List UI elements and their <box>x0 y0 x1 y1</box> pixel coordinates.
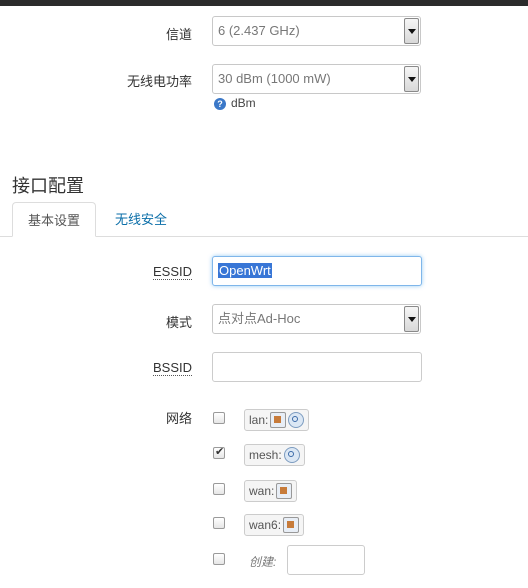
chevron-down-icon[interactable] <box>404 306 419 332</box>
essid-input[interactable]: OpenWrt <box>212 256 422 286</box>
bssid-input[interactable] <box>212 352 422 382</box>
create-label: 创建: <box>249 555 277 569</box>
wifi-icon <box>288 411 305 428</box>
bssid-label-text: BSSID <box>152 360 192 376</box>
mode-value: 点对点Ad-Hoc <box>218 311 301 326</box>
txpower-help-text: dBm <box>231 96 256 110</box>
txpower-select[interactable]: 30 dBm (1000 mW) <box>212 64 421 94</box>
tab-basic-settings[interactable]: 基本设置 <box>12 202 96 237</box>
channel-value: 6 (2.437 GHz) <box>218 23 300 38</box>
network-badge-wan6: wan6: <box>244 514 305 536</box>
network-name-lan: lan: <box>249 413 269 427</box>
network-name-wan6: wan6: <box>249 518 282 532</box>
txpower-value: 30 dBm (1000 mW) <box>218 71 331 86</box>
network-checkbox-wan[interactable] <box>213 483 225 495</box>
network-checkbox-create[interactable] <box>213 553 225 565</box>
network-checkbox-wan6[interactable] <box>213 517 225 529</box>
mode-select[interactable]: 点对点Ad-Hoc <box>212 304 421 334</box>
top-bar <box>0 0 528 6</box>
help-icon: ? <box>214 98 226 110</box>
network-checkbox-mesh[interactable]: ✔ <box>213 446 225 459</box>
network-name-mesh: mesh: <box>249 448 282 462</box>
ethernet-icon <box>270 411 287 428</box>
network-name-wan: wan: <box>249 484 275 498</box>
network-label: 网络 <box>165 411 192 426</box>
tab-wireless-security[interactable]: 无线安全 <box>104 202 178 237</box>
section-title: 接口配置 <box>12 176 84 196</box>
channel-label: 信道 <box>165 27 192 42</box>
chevron-down-icon[interactable] <box>404 18 419 44</box>
wifi-icon <box>283 446 300 463</box>
create-network-input[interactable] <box>287 545 365 575</box>
network-badge-wan: wan: <box>244 480 298 502</box>
txpower-label: 无线电功率 <box>126 74 192 89</box>
network-badge-mesh: mesh: <box>244 444 305 466</box>
bssid-label: BSSID <box>140 360 192 376</box>
ethernet-icon <box>276 482 293 499</box>
mode-label: 模式 <box>165 315 192 330</box>
network-checkbox-lan[interactable] <box>213 412 225 424</box>
chevron-down-icon[interactable] <box>404 66 419 92</box>
checkmark-icon: ✔ <box>215 446 225 458</box>
essid-value: OpenWrt <box>218 263 272 278</box>
channel-select[interactable]: 6 (2.437 GHz) <box>212 16 421 46</box>
ethernet-icon <box>283 516 300 533</box>
essid-label: ESSID <box>140 264 192 280</box>
network-badge-lan: lan: <box>244 409 310 431</box>
essid-label-text: ESSID <box>152 264 192 280</box>
